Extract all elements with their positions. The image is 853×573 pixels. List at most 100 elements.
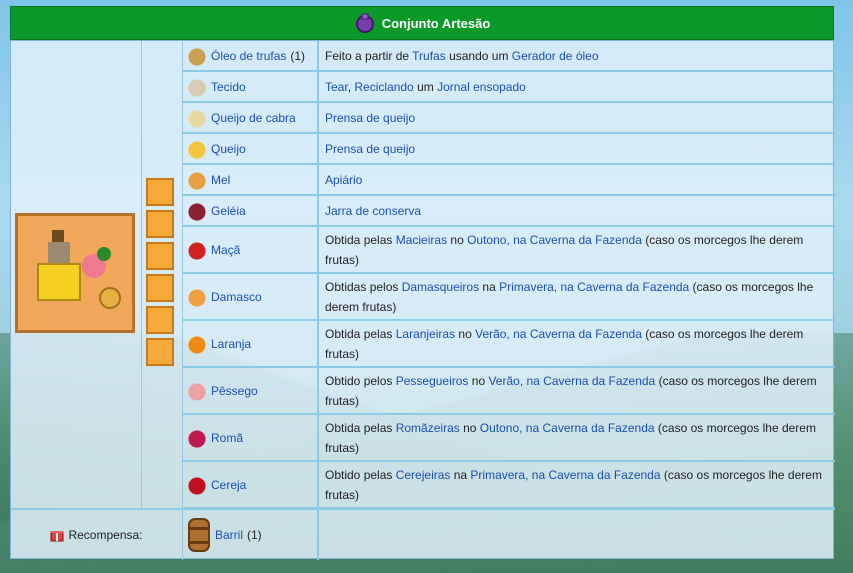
item-link[interactable]: Mel	[211, 173, 230, 187]
item-row: Romã Obtida pelas Romãzeiras no Outono, n…	[183, 415, 835, 462]
source-link[interactable]: Jornal ensopado	[437, 80, 526, 94]
source-link[interactable]: Laranjeiras	[396, 327, 455, 341]
item-source-cell: Tear, Reciclando um Jornal ensopado	[319, 72, 835, 101]
apple-icon	[187, 239, 207, 260]
item-name-cell: Cereja	[183, 462, 319, 507]
source-link[interactable]: Jarra de conserva	[325, 204, 421, 218]
reward-label: Recompensa:	[68, 528, 143, 542]
item-link[interactable]: Cereja	[211, 478, 246, 492]
bundle-slot	[146, 338, 174, 366]
source-text: na	[479, 279, 500, 294]
source-link[interactable]: Macieiras	[396, 233, 447, 247]
item-name-cell: Damasco	[183, 274, 319, 319]
source-link[interactable]: Verão, na Caverna da Fazenda	[475, 327, 642, 341]
source-link[interactable]: Cerejeiras	[396, 468, 451, 482]
source-link[interactable]: Reciclando	[354, 80, 413, 94]
source-text: Obtidas pelos	[325, 279, 402, 294]
source-text: Obtido pelos	[325, 373, 396, 388]
item-name-cell: Queijo	[183, 134, 319, 163]
item-link[interactable]: Tecido	[211, 80, 246, 94]
pomegranate-icon	[187, 427, 207, 448]
item-link[interactable]: Queijo	[211, 142, 246, 156]
source-link[interactable]: Outono, na Caverna da Fazenda	[467, 233, 642, 247]
item-row: Maçã Obtida pelas Macieiras no Outono, na…	[183, 227, 835, 274]
item-row: Queijo Prensa de queijo	[183, 134, 835, 165]
item-link[interactable]: Romã	[211, 431, 243, 445]
item-link[interactable]: Damasco	[211, 290, 262, 304]
item-source-cell: Prensa de queijo	[319, 103, 835, 132]
reward-label-cell: Recompensa:	[11, 510, 183, 560]
item-source-cell: Obtidas pelos Damasqueiros na Primavera,…	[319, 274, 835, 319]
item-row: Óleo de trufas (1) Feito a partir de Trufa…	[183, 41, 835, 72]
item-row: Tecido Tear, Reciclando um Jornal ensopad…	[183, 72, 835, 103]
source-text: Obtido pelas	[325, 467, 396, 482]
bundle-table: Óleo de trufas (1) Feito a partir de Trufa…	[10, 40, 835, 560]
item-source-cell: Obtido pelos Pessegueiros no Verão, na C…	[319, 368, 835, 413]
source-link[interactable]: Prensa de queijo	[325, 111, 415, 125]
item-name-cell: Mel	[183, 165, 319, 194]
source-text: Feito a partir de	[325, 48, 413, 63]
apricot-icon	[187, 286, 207, 307]
honey-icon	[187, 169, 207, 190]
source-text: usando um	[445, 48, 512, 63]
source-link[interactable]: Romãzeiras	[396, 421, 460, 435]
item-link[interactable]: Pêssego	[211, 384, 258, 398]
bundle-slot	[146, 274, 174, 302]
item-name-cell: Queijo de cabra	[183, 103, 319, 132]
item-name-cell: Geléia	[183, 196, 319, 225]
bundle-slot	[146, 242, 174, 270]
bundle-slot	[146, 178, 174, 206]
source-link[interactable]: Pessegueiros	[396, 374, 469, 388]
bundle-slot	[146, 306, 174, 334]
cloth-icon	[187, 76, 207, 97]
cherry-icon	[187, 474, 207, 495]
item-row: Laranja Obtida pelas Laranjeiras no Verão…	[183, 321, 835, 368]
source-text: no	[455, 326, 476, 341]
item-source-cell: Apiário	[319, 165, 835, 194]
source-text: na	[450, 467, 471, 482]
bundle-image-cell	[11, 41, 142, 508]
artisan-bundle-image	[15, 213, 135, 333]
item-link[interactable]: Geléia	[211, 204, 246, 218]
item-link[interactable]: Laranja	[211, 337, 251, 351]
item-source-cell: Obtida pelas Romãzeiras no Outono, na Ca…	[319, 415, 835, 460]
source-link[interactable]: Primavera, na Caverna da Fazenda	[499, 280, 689, 294]
source-link[interactable]: Tear	[325, 80, 348, 94]
reward-item-link[interactable]: Barril	[215, 528, 243, 542]
item-source-cell: Obtida pelas Laranjeiras no Verão, na Ca…	[319, 321, 835, 366]
source-text: um	[413, 79, 438, 94]
jelly-icon	[187, 200, 207, 221]
peach-icon	[187, 380, 207, 401]
item-source-cell: Obtida pelas Macieiras no Outono, na Cav…	[319, 227, 835, 272]
source-link[interactable]: Gerador de óleo	[512, 49, 599, 63]
item-row: Cereja Obtido pelas Cerejeiras na Primave…	[183, 462, 835, 509]
gift-icon	[50, 531, 64, 542]
purple-bundle-icon	[355, 13, 374, 33]
source-link[interactable]: Verão, na Caverna da Fazenda	[488, 374, 655, 388]
item-link[interactable]: Maçã	[211, 243, 240, 257]
item-name-cell: Tecido	[183, 72, 319, 101]
source-text: no	[459, 420, 480, 435]
bundle-title: Conjunto Artesão	[381, 15, 491, 31]
item-link[interactable]: Óleo de trufas	[211, 49, 286, 63]
source-link[interactable]: Outono, na Caverna da Fazenda	[480, 421, 655, 435]
source-text: Obtida pelas	[325, 232, 396, 247]
source-link[interactable]: Primavera, na Caverna da Fazenda	[470, 468, 660, 482]
source-link[interactable]: Prensa de queijo	[325, 142, 415, 156]
source-link[interactable]: Damasqueiros	[402, 280, 479, 294]
item-row: Geléia Jarra de conserva	[183, 196, 835, 227]
item-row: Pêssego Obtido pelos Pessegueiros no Verã…	[183, 368, 835, 415]
source-link[interactable]: Apiário	[325, 173, 362, 187]
item-name-cell: Pêssego	[183, 368, 319, 413]
source-link[interactable]: Trufas	[412, 49, 446, 63]
truffle-oil-icon	[187, 45, 207, 66]
source-text: Obtida pelas	[325, 420, 396, 435]
reward-item: Barril (1)	[183, 510, 319, 560]
item-link[interactable]: Queijo de cabra	[211, 111, 296, 125]
item-source-cell: Obtido pelas Cerejeiras na Primavera, na…	[319, 462, 835, 507]
reward-row: Recompensa: Barril (1)	[11, 508, 835, 560]
item-name-cell: Romã	[183, 415, 319, 460]
barrel-icon	[188, 518, 210, 552]
item-name-cell: Laranja	[183, 321, 319, 366]
item-row: Queijo de cabra Prensa de queijo	[183, 103, 835, 134]
